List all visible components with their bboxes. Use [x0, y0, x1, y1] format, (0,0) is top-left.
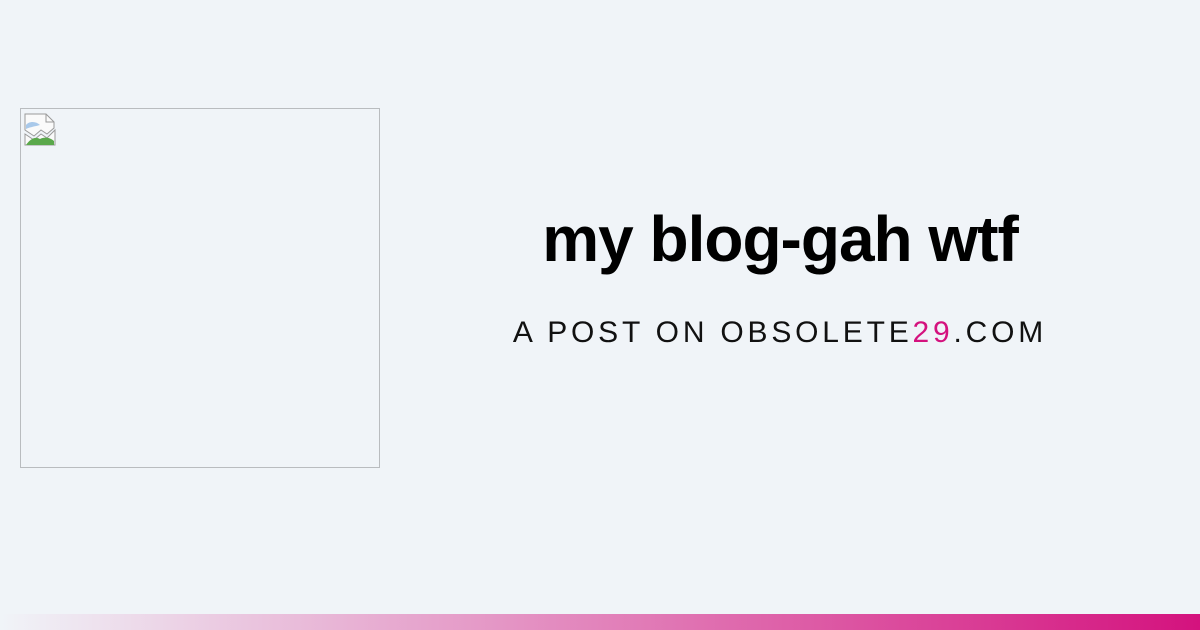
bottom-gradient-bar — [0, 614, 1200, 630]
post-image-frame — [20, 108, 380, 468]
subtitle-accent-number: 29 — [912, 316, 954, 349]
subtitle-prefix: A POST ON OBSOLETE — [512, 316, 913, 349]
post-info: my blog-gah wtf A POST ON OBSOLETE29.COM — [480, 196, 1080, 355]
post-subtitle: A POST ON OBSOLETE29.COM — [480, 311, 1080, 355]
broken-image-icon — [24, 113, 56, 146]
subtitle-suffix: .COM — [953, 316, 1048, 349]
post-title: my blog-gah wtf — [542, 203, 1019, 275]
